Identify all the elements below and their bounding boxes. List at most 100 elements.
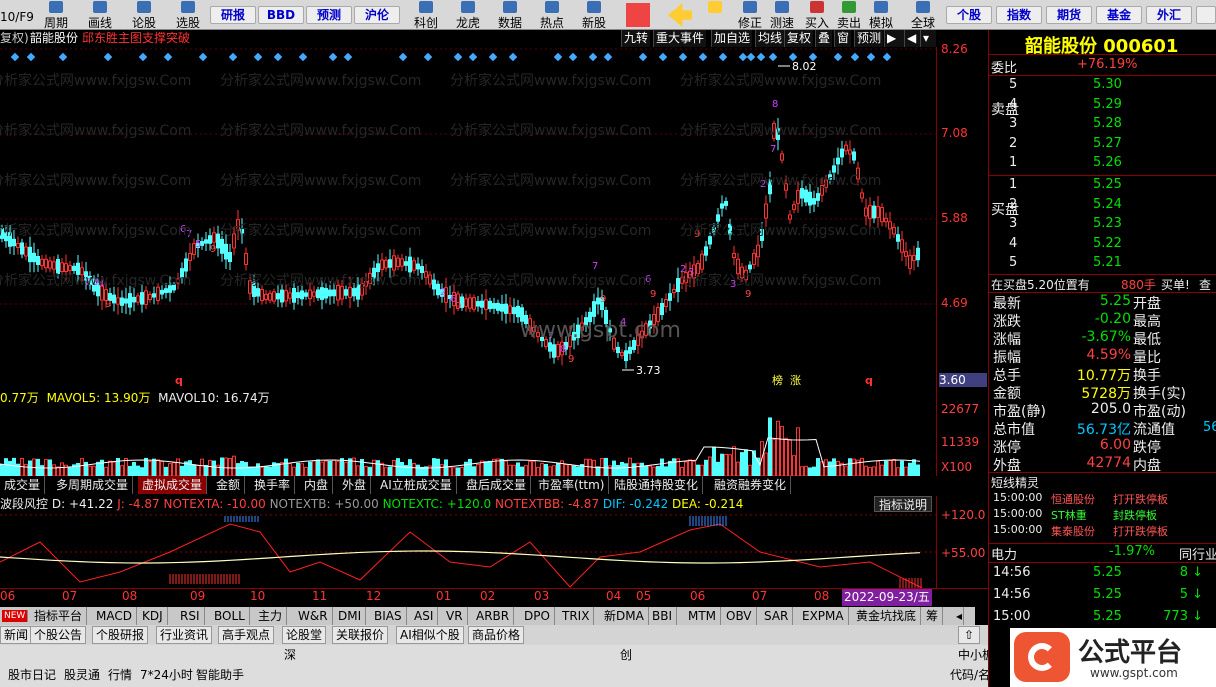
price-chart[interactable]: 2 3 496 75 9269789794692 39397828.023.73榜 涨q q <box>0 47 936 390</box>
tab-announcements[interactable]: 个股公告 <box>30 626 87 644</box>
hotspot-button[interactable]: 热点 <box>534 0 570 30</box>
sprite-row[interactable]: 15:00:00 ST林重 封跌停板 <box>989 507 1216 523</box>
forex-tab[interactable]: 外汇 <box>1146 6 1192 24</box>
global-button[interactable]: 全球 <box>906 0 940 30</box>
tab-expma[interactable]: EXPMA <box>798 607 849 625</box>
forecast-button[interactable]: 预测 <box>854 30 884 47</box>
sell-row[interactable]: 2 5.27 <box>1007 136 1207 154</box>
tab-commodity[interactable]: 商品价格 <box>468 626 525 644</box>
volume-chart[interactable] <box>0 406 936 476</box>
correct-button[interactable]: 修正 <box>734 0 766 30</box>
buy-row[interactable]: 3 5.23 <box>1007 216 1207 234</box>
tab-kdj[interactable]: KDJ <box>138 607 168 625</box>
adjust-button[interactable]: 复权 <box>784 30 814 47</box>
fund-tab[interactable]: 基金 <box>1096 6 1142 24</box>
tab-virtual-volume[interactable]: 虚拟成交量 <box>138 476 208 494</box>
tab-inner[interactable]: 内盘 <box>300 476 334 494</box>
period-button[interactable]: 周期 <box>38 0 74 30</box>
tab-sar[interactable]: SAR <box>760 607 794 625</box>
tab-ai-similar[interactable]: AI相似个股 <box>396 626 464 644</box>
pick-stock-button[interactable]: 选股 <box>170 0 206 30</box>
market-shenzhen[interactable]: 深 <box>284 646 296 664</box>
more-tab[interactable] <box>1196 6 1216 24</box>
tab-asi[interactable]: ASI <box>410 607 439 625</box>
back-arrow-icon[interactable] <box>668 3 692 27</box>
tab-outer[interactable]: 外盘 <box>338 476 372 494</box>
tab-dmi[interactable]: DMI <box>334 607 367 625</box>
forum-button[interactable]: 论股 <box>126 0 162 30</box>
expand-up-icon[interactable]: ⇧ <box>958 626 980 644</box>
tab-rsi[interactable]: RSI <box>176 607 205 625</box>
sector-label[interactable]: 电力 <box>991 544 1017 563</box>
tab-hk-holdings[interactable]: 陆股通持股变化 <box>610 476 704 494</box>
forecast-tab[interactable]: 预测 <box>306 6 352 24</box>
sell-row[interactable]: 1 5.26 <box>1007 155 1207 173</box>
palette-icon[interactable] <box>626 3 650 27</box>
pin-icon[interactable]: ▶ <box>884 30 904 47</box>
tab-expert-views[interactable]: 高手观点 <box>218 626 275 644</box>
speed-test-button[interactable]: 测速 <box>766 0 798 30</box>
tab-related-quotes[interactable]: 关联报价 <box>332 626 389 644</box>
stock-tab[interactable]: 个股 <box>946 6 992 24</box>
tab-margin[interactable]: 融资融券变化 <box>710 476 792 494</box>
tab-golden-pit[interactable]: 黄金坑找底 <box>852 607 922 625</box>
order-notice-more[interactable]: 查 <box>1199 276 1211 293</box>
simulate-button[interactable]: 模拟 <box>866 0 896 30</box>
buy-row[interactable]: 4 5.22 <box>1007 236 1207 254</box>
sell-row[interactable]: 3 5.28 <box>1007 116 1207 134</box>
indicator-name[interactable]: 邱东胜主图支撑突破 <box>82 30 190 47</box>
tab-boll[interactable]: BOLL <box>210 607 250 625</box>
sector-more[interactable]: 同行业 <box>1179 544 1216 563</box>
overlay-button[interactable]: 叠 <box>815 30 833 47</box>
indicator-help-button[interactable]: 指标说明 <box>874 496 933 512</box>
shanghai-london-tab[interactable]: 沪伦 <box>354 6 400 24</box>
research-tab[interactable]: 研报 <box>210 6 256 24</box>
news-24h-link[interactable]: 7*24小时 <box>140 666 193 684</box>
tab-industry-news[interactable]: 行业资讯 <box>156 626 213 644</box>
moving-average-button[interactable]: 均线 <box>755 30 785 47</box>
buy-row[interactable]: 5 5.21 <box>1007 255 1207 273</box>
nine-turn-button[interactable]: 九转 <box>621 30 651 47</box>
buy-row[interactable]: 1 5.25 <box>1007 177 1207 195</box>
tab-amount[interactable]: 金额 <box>212 476 246 494</box>
window-button[interactable]: 窗 <box>834 30 852 47</box>
tab-wr[interactable]: W&R <box>294 607 333 625</box>
tab-main-force[interactable]: 主力 <box>254 607 288 625</box>
stock-tong-link[interactable]: 股灵通 <box>64 666 100 684</box>
tab-mtm[interactable]: MTM <box>684 607 722 625</box>
tab-pe-ttm[interactable]: 市盈率(ttm) <box>534 476 610 494</box>
major-events-button[interactable]: 重大事件 <box>653 30 707 47</box>
tab-macd[interactable]: MACD <box>92 607 137 625</box>
sell-button[interactable]: 卖出 <box>834 0 864 30</box>
scroll-left-icon[interactable]: ◂ <box>952 607 964 625</box>
down-arrow-button[interactable] <box>700 0 730 30</box>
tab-forum[interactable]: 论股堂 <box>282 626 327 644</box>
sell-row[interactable]: 5 5.30 <box>1007 77 1207 95</box>
tab-news[interactable]: 新闻 <box>0 626 33 644</box>
add-favorite-button[interactable]: 加自选 <box>711 30 753 47</box>
smart-assistant-link[interactable]: 智能助手 <box>196 666 244 684</box>
tab-after-hours-volume[interactable]: 盘后成交量 <box>462 476 532 494</box>
sprite-row[interactable]: 15:00:00 恒通股份 打开跌停板 <box>989 491 1216 507</box>
tab-chips[interactable]: 筹 <box>922 607 944 625</box>
tab-trix[interactable]: TRIX <box>558 607 595 625</box>
tab-dpo[interactable]: DPO <box>520 607 555 625</box>
data-button[interactable]: 数据 <box>492 0 528 30</box>
tab-vr[interactable]: VR <box>442 607 468 625</box>
sprite-row[interactable]: 15:00:00 集泰股份 打开跌停板 <box>989 523 1216 539</box>
dragon-tiger-button[interactable]: 龙虎 <box>450 0 486 30</box>
market-gem[interactable]: 创 <box>620 646 632 664</box>
prev-icon[interactable]: ◀ <box>904 30 920 47</box>
tab-obv[interactable]: OBV <box>722 607 757 625</box>
tab-bias[interactable]: BIAS <box>370 607 407 625</box>
buy-row[interactable]: 2 5.24 <box>1007 197 1207 215</box>
star-market-button[interactable]: 科创 <box>408 0 444 30</box>
futures-tab[interactable]: 期货 <box>1046 6 1092 24</box>
dropdown-icon[interactable]: ▾ <box>920 30 936 47</box>
buy-button[interactable]: 买入 <box>802 0 832 30</box>
tab-ai-volume[interactable]: AI立桩成交量 <box>376 476 457 494</box>
tab-new-dma[interactable]: 新DMA <box>600 607 649 625</box>
tab-volume[interactable]: 成交量 <box>0 476 46 494</box>
tab-indicator-platform[interactable]: 指标平台 <box>30 607 88 625</box>
bbd-tab[interactable]: BBD <box>258 6 304 24</box>
